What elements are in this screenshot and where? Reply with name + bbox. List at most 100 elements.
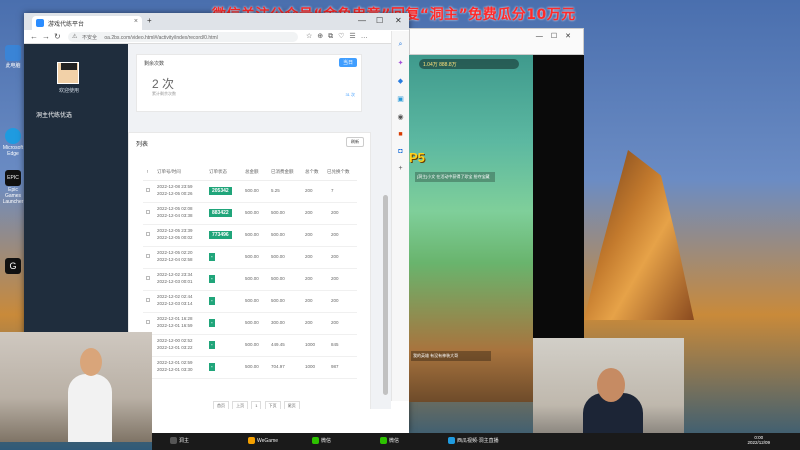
maximize-icon[interactable]: ☐ bbox=[376, 16, 383, 25]
close-tab-icon[interactable]: × bbox=[134, 18, 138, 25]
reload-icon[interactable]: ↻ bbox=[54, 32, 61, 41]
desktop-icon-g[interactable]: G bbox=[2, 258, 24, 275]
row-status: - bbox=[209, 341, 215, 349]
row-time-start: 2022-12-05 23:39 bbox=[157, 228, 193, 233]
tag-icon[interactable]: ◆ bbox=[392, 77, 409, 85]
taskbar-item-wechat-2[interactable]: 微信 bbox=[380, 437, 399, 445]
toolbar-icons[interactable]: ☆⊕⧉♡☰… bbox=[306, 32, 373, 41]
scrollbar[interactable] bbox=[383, 195, 388, 395]
refresh-button[interactable]: 刷新 bbox=[346, 137, 364, 147]
row-spent: 500.00 bbox=[271, 254, 285, 259]
row-count: 200 bbox=[305, 298, 313, 303]
row-status: - bbox=[209, 275, 215, 283]
row-total: 500.00 bbox=[245, 342, 259, 347]
row-checkbox[interactable] bbox=[146, 232, 150, 236]
taskbar-item-browser[interactable]: 西瓜视频·洞主直播 bbox=[448, 437, 499, 445]
search-icon[interactable]: ⌕ bbox=[392, 41, 409, 49]
row-time-start: 2022-12-00 02:52 bbox=[157, 338, 193, 343]
add-icon[interactable]: + bbox=[392, 165, 409, 172]
row-count: 200 bbox=[305, 276, 313, 281]
app-sidebar: 欢迎使用 洞主代练优选 bbox=[24, 44, 128, 334]
table-row[interactable]: 2022-12-01 16:28 2022-12-01 16:59 - 500.00 3… bbox=[143, 313, 357, 335]
url-input[interactable]: ⚠ 不安全 oa.2bs.com/video.html#/activity/in… bbox=[68, 32, 298, 42]
row-checkbox[interactable] bbox=[146, 298, 150, 302]
taskbar-item-wechat-1[interactable]: 微信 bbox=[312, 437, 331, 445]
table-row[interactable]: 2022-12-01 02:59 2022-12-01 03:30 - 500.00 7… bbox=[143, 357, 357, 379]
row-time-start: 2022-12-05 02:20 bbox=[157, 250, 193, 255]
desktop-icon-pc[interactable]: 此电脑 bbox=[2, 45, 24, 69]
row-time-end: 2022-12-05 00:02 bbox=[157, 235, 193, 240]
pager-first[interactable]: 首页 bbox=[213, 401, 229, 409]
row-time-start: 2022-12-01 16:28 bbox=[157, 316, 193, 321]
webcam-left bbox=[0, 332, 152, 442]
row-time-end: 2022-12-01 03:30 bbox=[157, 367, 193, 372]
forward-icon[interactable]: → bbox=[42, 32, 50, 41]
row-checkbox[interactable] bbox=[146, 276, 150, 280]
row-done: 845 bbox=[331, 342, 339, 347]
pagination: 首页 上页 1 下页 尾页 bbox=[213, 401, 302, 409]
row-checkbox[interactable] bbox=[146, 210, 150, 214]
row-status: - bbox=[209, 253, 215, 261]
taskbar: 洞主 WeGame 微信 微信 西瓜视频·洞主直播 0:00 2022/12/0… bbox=[152, 433, 800, 450]
row-spent: 5.25 bbox=[271, 188, 280, 193]
row-spent: 500.00 bbox=[271, 276, 285, 281]
row-checkbox[interactable] bbox=[146, 188, 150, 192]
address-bar: ← → ↻ ⚠ 不安全 oa.2bs.com/video.html#/activ… bbox=[24, 30, 409, 44]
table-row[interactable]: 2022-12-05 23:39 2022-12-05 00:02 773496 50… bbox=[143, 225, 357, 247]
new-tab-icon[interactable]: + bbox=[147, 16, 152, 25]
window-controls-icon[interactable]: —☐✕ bbox=[536, 32, 579, 40]
row-time-end: 2022-12-01 03:22 bbox=[157, 345, 193, 350]
row-time-start: 2022-12-01 02:59 bbox=[157, 360, 193, 365]
g-app-icon: G bbox=[5, 258, 21, 274]
desktop-icon-epic[interactable]: EPIC Epic Games Launcher bbox=[2, 170, 24, 205]
pager-last[interactable]: 尾页 bbox=[283, 401, 300, 409]
briefcase-icon[interactable]: ▣ bbox=[392, 95, 409, 103]
pager-next[interactable]: 下页 bbox=[264, 401, 281, 409]
browser-tabbar: 游戏代练平台 × + — ☐ ✕ bbox=[24, 13, 409, 30]
taskbar-clock[interactable]: 0:00 2022/12/09 bbox=[747, 435, 770, 445]
row-time-start: 2022-12-02 02:44 bbox=[157, 294, 193, 299]
row-count: 200 bbox=[305, 188, 313, 193]
row-spent: 500.00 bbox=[271, 210, 285, 215]
row-checkbox[interactable] bbox=[146, 254, 150, 258]
row-spent: 300.00 bbox=[271, 320, 285, 325]
pager-prev[interactable]: 上页 bbox=[232, 401, 249, 409]
game-window-titlebar: —☐✕ bbox=[409, 28, 584, 55]
status-badge: 当日 bbox=[338, 58, 357, 67]
close-window-icon[interactable]: ✕ bbox=[395, 16, 402, 25]
row-checkbox[interactable] bbox=[146, 320, 150, 324]
game-window[interactable]: 1.04万 888.8万 P5 [洞主]小文 在活动中获得了珍宝 抢夺宝藏 我的… bbox=[409, 55, 533, 402]
warning-icon: ⚠ bbox=[72, 34, 78, 40]
row-spent: 704.97 bbox=[271, 364, 285, 369]
table-row[interactable]: 2022-12-05 02:08 2022-12-04 03:38 883422 50… bbox=[143, 203, 357, 225]
office-icon[interactable]: ■ bbox=[392, 131, 409, 138]
table-row[interactable]: 2022-12-00 02:52 2022-12-01 03:22 - 500.00 4… bbox=[143, 335, 357, 357]
star-icon[interactable]: ✦ bbox=[392, 59, 409, 67]
minimize-icon[interactable]: — bbox=[358, 16, 366, 25]
row-done: 7 bbox=[331, 188, 334, 193]
row-done: 200 bbox=[331, 254, 339, 259]
table-row[interactable]: 2022-12-08 23:59 2022-12-05 00:26 205342 50… bbox=[143, 181, 357, 203]
row-time-start: 2022-12-05 02:08 bbox=[157, 206, 193, 211]
table-row[interactable]: 2022-12-02 23:34 2022-12-03 00:01 - 500.00 5… bbox=[143, 269, 357, 291]
taskbar-item-wegame[interactable]: WeGame bbox=[248, 437, 278, 444]
table-row[interactable]: 2022-12-02 02:44 2022-12-03 03:14 - 500.00 5… bbox=[143, 291, 357, 313]
row-time-end: 2022-12-03 03:14 bbox=[157, 301, 193, 306]
row-status: - bbox=[209, 297, 215, 305]
outlook-icon[interactable]: ◘ bbox=[392, 148, 409, 155]
games-icon[interactable]: ◉ bbox=[392, 113, 409, 121]
row-total: 500.00 bbox=[245, 188, 259, 193]
browser-tab[interactable]: 游戏代练平台 × bbox=[32, 16, 142, 30]
taskbar-item-1[interactable]: 洞主 bbox=[170, 437, 189, 445]
row-status: - bbox=[209, 363, 215, 371]
pager-page[interactable]: 1 bbox=[251, 401, 262, 409]
sidebar-item-menu[interactable]: 洞主代练优选 bbox=[36, 110, 72, 119]
stats-card: 剩余次数 当日 2 次 累计剩余次数 31 次 bbox=[136, 54, 362, 112]
row-count: 1000 bbox=[305, 364, 316, 369]
desktop-icon-edge[interactable]: Microsoft Edge bbox=[2, 128, 24, 157]
edge-sidebar: ⌕ ✦ ◆ ▣ ◉ ■ ◘ + bbox=[391, 31, 409, 401]
edge-icon bbox=[5, 128, 21, 144]
table-row[interactable]: 2022-12-05 02:20 2022-12-04 02:58 - 500.00 5… bbox=[143, 247, 357, 269]
row-time-start: 2022-12-08 23:59 bbox=[157, 184, 193, 189]
back-icon[interactable]: ← bbox=[30, 32, 38, 41]
